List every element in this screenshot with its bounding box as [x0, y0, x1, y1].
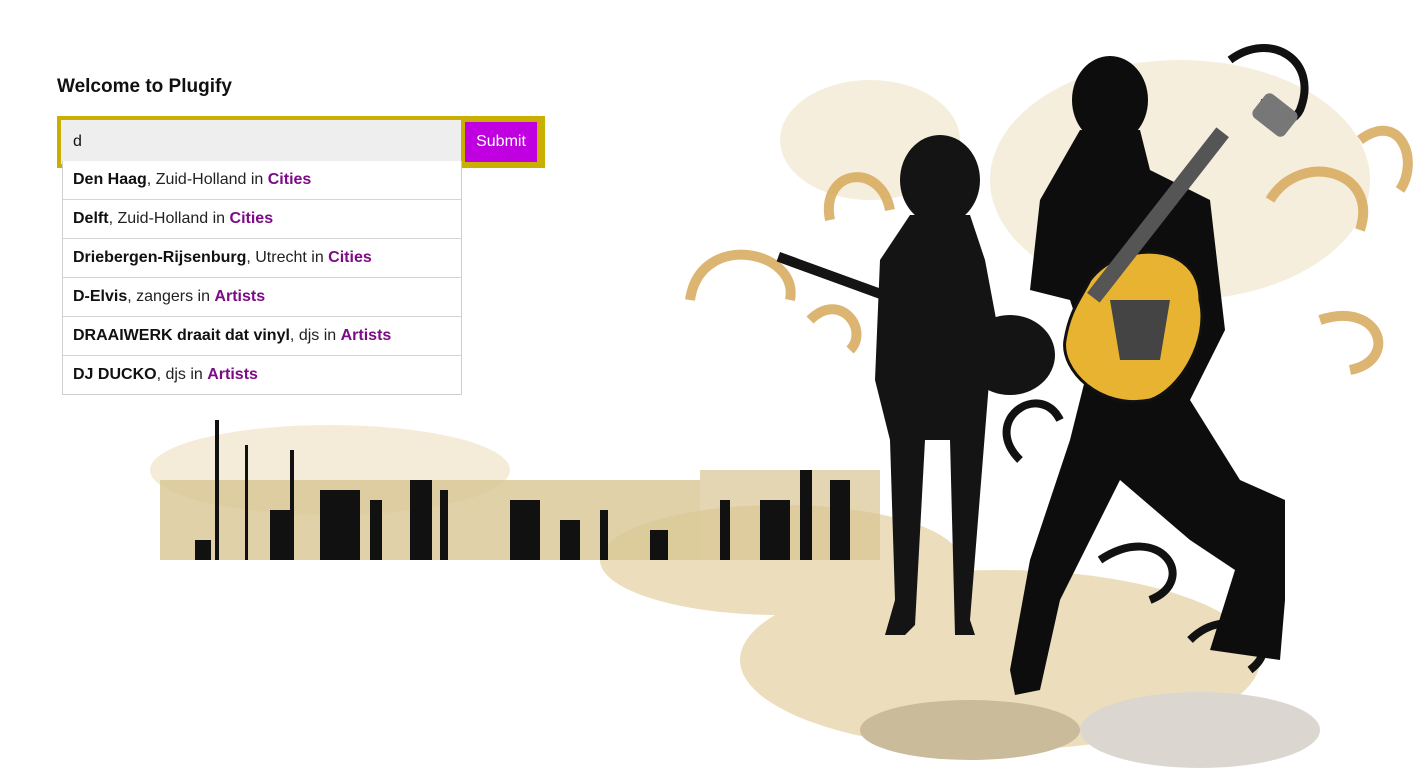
suggestion-category: Artists [207, 366, 258, 383]
autocomplete-list: Den Haag, Zuid-Holland in Cities Delft, … [62, 161, 462, 395]
suggestion-region: Zuid-Holland [155, 171, 247, 188]
page: Welcome to Plugify Submit Den Haag, Zuid… [0, 0, 1423, 774]
suggestion-name: Delft [73, 210, 109, 227]
suggestion-in: in [193, 288, 215, 305]
suggestion-item[interactable]: D-Elvis, zangers in Artists [63, 277, 461, 316]
page-title: Welcome to Plugify [57, 76, 232, 97]
suggestion-item[interactable]: DJ DUCKO, djs in Artists [63, 355, 461, 394]
search-input[interactable] [61, 120, 461, 164]
suggestion-region: Zuid-Holland [117, 210, 209, 227]
suggestion-category: Cities [328, 249, 372, 266]
suggestion-region: zangers [136, 288, 194, 305]
suggestion-region: Utrecht [255, 249, 307, 266]
suggestion-item[interactable]: DRAAIWERK draait dat vinyl, djs in Artis… [63, 316, 461, 355]
suggestion-in: in [319, 327, 341, 344]
suggestion-in: in [185, 366, 208, 383]
suggestion-sep: , [246, 249, 256, 266]
suggestion-name: DJ DUCKO [73, 366, 157, 383]
suggestion-name: D-Elvis [73, 288, 128, 305]
suggestion-item[interactable]: Driebergen-Rijsenburg, Utrecht in Cities [63, 238, 461, 277]
suggestion-in: in [208, 210, 230, 227]
suggestion-item[interactable]: Delft, Zuid-Holland in Cities [63, 199, 461, 238]
suggestion-category: Artists [340, 327, 392, 344]
suggestion-region: djs [165, 366, 186, 383]
suggestion-name: Driebergen-Rijsenburg [73, 249, 247, 266]
suggestion-item[interactable]: Den Haag, Zuid-Holland in Cities [63, 161, 461, 199]
suggestion-category: Artists [214, 288, 266, 305]
suggestion-region: djs [298, 327, 320, 344]
suggestion-in: in [246, 171, 268, 188]
suggestion-category: Cities [267, 171, 312, 188]
suggestion-category: Cities [229, 210, 274, 227]
suggestion-in: in [306, 249, 329, 266]
suggestion-sep: , [127, 288, 137, 305]
submit-button[interactable]: Submit [465, 122, 537, 162]
suggestion-sep: , [146, 171, 156, 188]
suggestion-name: Den Haag [73, 171, 147, 188]
suggestion-name: DRAAIWERK draait dat vinyl [73, 327, 290, 344]
suggestion-sep: , [289, 327, 299, 344]
